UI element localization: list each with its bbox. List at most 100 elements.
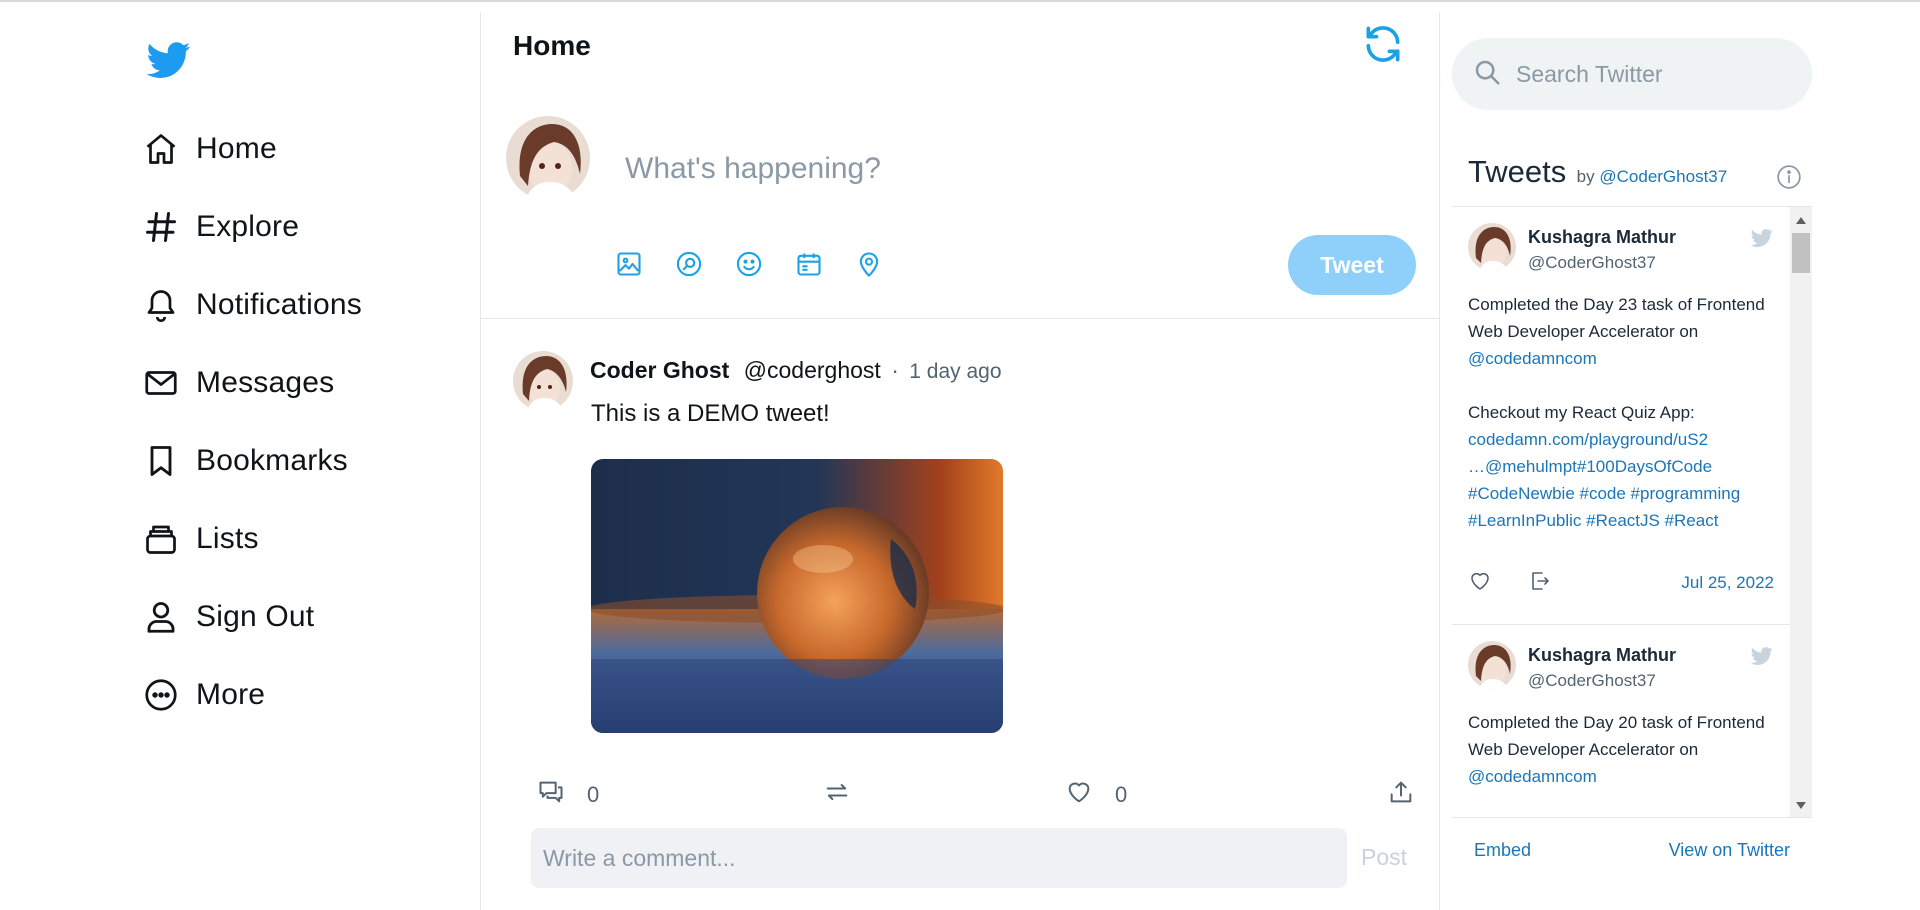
image-icon[interactable] [615,250,643,278]
post-image[interactable] [591,459,1003,733]
embed-tweet-date[interactable]: Jul 25, 2022 [1681,573,1774,593]
embed-tweet-text: Completed the Day 20 task of Frontend We… [1468,709,1780,790]
sidebar-item-sign-out[interactable]: Sign Out [142,578,462,656]
search-icon [1472,57,1502,92]
scroll-down-arrow-icon[interactable] [1796,802,1806,809]
embed-tweet-actions: Jul 25, 2022 [1468,569,1774,595]
share-icon[interactable] [1528,569,1552,598]
user-icon [142,598,180,636]
embed-feed[interactable]: Kushagra Mathur @CoderGhost37 Completed … [1452,206,1812,818]
twitter-bird-icon[interactable] [1750,227,1774,249]
emoji-icon[interactable] [735,250,763,278]
view-on-twitter-link[interactable]: View on Twitter [1669,840,1790,861]
info-icon[interactable] [1776,164,1802,190]
mention-link[interactable]: @codedamncom [1468,767,1597,786]
embed-author-name[interactable]: Kushagra Mathur [1528,645,1676,666]
like-count: 0 [1115,781,1128,807]
embed-tweet-text: Completed the Day 23 task of Frontend We… [1468,291,1780,534]
home-icon [142,130,180,168]
embed-byline: by @CoderGhost37 [1577,167,1728,186]
sidebar-item-label: Messages [196,366,335,399]
embed-tweet-card[interactable]: Kushagra Mathur @CoderGhost37 Completed … [1452,207,1790,625]
tweet-button[interactable]: Tweet [1288,235,1416,295]
post-author-handle[interactable]: @coderghost [744,357,881,383]
embed-header: Tweets by @CoderGhost37 [1468,154,1727,190]
window-top-border [0,0,1920,2]
avatar[interactable] [1468,641,1516,689]
location-icon[interactable] [855,250,883,278]
embed-link[interactable]: Embed [1474,840,1531,861]
comment-button[interactable]: 0 [537,778,599,811]
like-button[interactable]: 0 [1065,778,1127,811]
sidebar-item-label: More [196,678,266,711]
sidebar-item-label: Notifications [196,288,363,321]
sidebar-item-label: Home [196,132,277,165]
main-feed: Home Tweet [480,12,1440,910]
sidebar-item-lists[interactable]: Lists [142,500,462,578]
avatar[interactable] [1468,223,1516,271]
embed-author-handle[interactable]: @CoderGhost37 [1528,671,1656,691]
comment-icon [537,778,565,811]
post-text: This is a DEMO tweet! [591,400,830,427]
scroll-thumb[interactable] [1792,233,1810,273]
retweet-icon [823,778,851,811]
scroll-up-arrow-icon[interactable] [1796,217,1806,224]
share-icon [1387,778,1415,811]
hashtag-link[interactable]: #LearnInPublic #ReactJS #React [1468,507,1780,534]
bell-icon [142,286,180,324]
embed-tweet-card[interactable]: Kushagra Mathur @CoderGhost37 Completed … [1452,625,1790,817]
mail-icon [142,364,180,402]
post-actions: 0 0 [537,778,1415,812]
sidebar-item-more[interactable]: More [142,656,462,734]
hashtag-icon [142,208,180,246]
refresh-icon[interactable] [1361,22,1405,66]
twitter-bird-icon[interactable] [144,38,196,84]
sidebar-item-label: Lists [196,522,259,555]
embed-by-handle-link[interactable]: @CoderGhost37 [1599,167,1727,186]
composer-toolbar [615,250,915,278]
sidebar-item-notifications[interactable]: Notifications [142,266,462,344]
sidebar-item-messages[interactable]: Messages [142,344,462,422]
mention-link[interactable]: @codedamncom [1468,349,1597,368]
share-button[interactable] [1387,778,1415,811]
tweet-text-line: Completed the Day 20 task of Frontend We… [1468,713,1765,759]
hashtag-link[interactable]: #CodeNewbie #code #programming [1468,480,1780,507]
sidebar-item-home[interactable]: Home [142,110,462,188]
post-author-name[interactable]: Coder Ghost [590,357,729,383]
sidebar-item-explore[interactable]: Explore [142,188,462,266]
twitter-timeline-embed: Tweets by @CoderGhost37 Kushagra Mathur … [1452,150,1812,890]
comment-count: 0 [587,781,600,807]
sidebar-item-bookmarks[interactable]: Bookmarks [142,422,462,500]
retweet-button[interactable] [823,778,851,811]
gif-search-icon[interactable] [675,250,703,278]
embed-author-handle[interactable]: @CoderGhost37 [1528,253,1656,273]
heart-icon [1065,778,1093,811]
tweet-text-line: Completed the Day 23 task of Frontend We… [1468,295,1765,341]
divider [481,318,1439,319]
url-link[interactable]: codedamn.com/playground/uS2 [1468,426,1780,453]
embed-scrollbar[interactable] [1790,207,1812,817]
search-input[interactable] [1516,60,1796,88]
sidebar-item-label: Sign Out [196,600,315,633]
sidebar-item-label: Explore [196,210,300,243]
page-title: Home [513,30,591,61]
left-sidebar: Home Explore Notifications Messages Book… [142,38,462,734]
post-comment-button[interactable]: Post [1361,844,1407,871]
post-timestamp: 1 day ago [909,360,1002,383]
comment-input[interactable] [531,828,1347,888]
embed-author-name[interactable]: Kushagra Mathur [1528,227,1676,248]
schedule-icon[interactable] [795,250,823,278]
embed-title: Tweets [1468,154,1567,189]
twitter-bird-icon[interactable] [1750,645,1774,667]
post-header: Coder Ghost @coderghost · 1 day ago [590,357,1002,384]
avatar [506,116,590,200]
tweet-text-line: Checkout my React Quiz App: [1468,403,1695,422]
avatar[interactable] [513,351,573,411]
hashtag-link[interactable]: …@mehulmpt#100DaysOfCode [1468,453,1780,480]
embed-by-label: by [1576,167,1595,186]
sidebar-item-label: Bookmarks [196,444,348,477]
compose-input[interactable] [625,144,1325,194]
bookmark-icon [142,442,180,480]
heart-icon[interactable] [1468,569,1492,598]
